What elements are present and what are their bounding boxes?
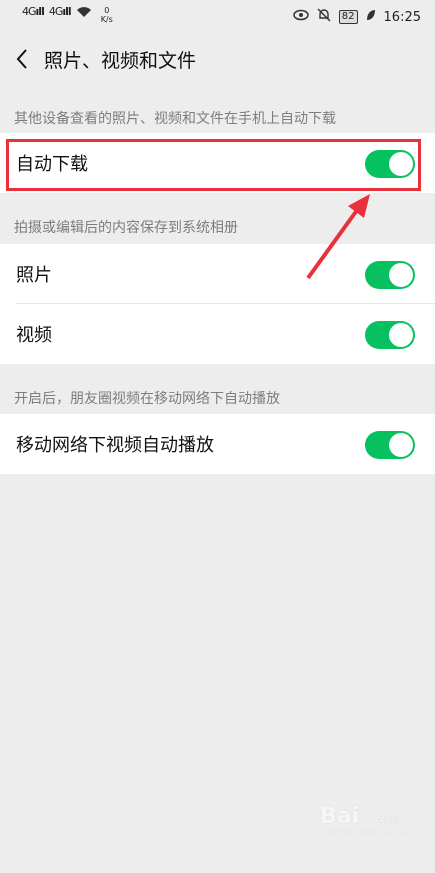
mobile-autoplay-toggle[interactable]	[365, 431, 415, 459]
baidu-watermark: Bai 经验 jingyan.baidu.com	[320, 800, 420, 840]
watermark-brand: Bai	[320, 804, 360, 829]
nav-bar: 照片、视频和文件	[0, 34, 435, 84]
back-button[interactable]	[10, 44, 36, 74]
toggle-knob	[389, 433, 413, 457]
section-hint-album: 拍摄或编辑后的内容保存到系统相册	[14, 220, 238, 236]
toggle-knob	[389, 323, 413, 347]
clock: 16:25	[383, 9, 421, 25]
row-label: 移动网络下视频自动播放	[16, 435, 214, 456]
signal-icon-2: 4Gıll	[48, 5, 72, 18]
row-mobile-autoplay[interactable]: 移动网络下视频自动播放	[0, 414, 435, 474]
toggle-knob	[389, 263, 413, 287]
status-left: 4Gıll 4Gıll 0 K/s	[22, 6, 113, 24]
annotation-arrow	[306, 194, 370, 280]
group-moments-autoplay: 移动网络下视频自动播放	[0, 414, 435, 474]
page-title: 照片、视频和文件	[44, 50, 197, 72]
videos-toggle[interactable]	[365, 321, 415, 349]
row-label: 照片	[16, 265, 52, 286]
watermark-url: jingyan.baidu.com	[324, 828, 408, 838]
eye-icon	[293, 9, 309, 25]
row-videos[interactable]: 视频	[0, 304, 435, 364]
battery-indicator: 82	[338, 10, 358, 24]
leaf-icon	[366, 9, 376, 25]
signal-icon-1: 4Gıll	[22, 5, 45, 18]
mute-bell-icon	[317, 8, 331, 26]
highlight-box	[6, 139, 421, 191]
net-speed: 0 K/s	[100, 6, 113, 24]
chevron-left-icon	[16, 49, 27, 69]
section-hint-download: 其他设备查看的照片、视频和文件在手机上自动下载	[14, 111, 336, 127]
section-hint-moments: 开启后，朋友圈视频在移动网络下自动播放	[14, 391, 280, 407]
status-right: 82 16:25	[293, 8, 421, 26]
watermark-sub: 经验	[374, 813, 402, 829]
status-bar: 4Gıll 4Gıll 0 K/s 82 16:25	[0, 0, 435, 34]
row-label: 视频	[16, 325, 52, 346]
wifi-icon	[76, 6, 92, 22]
